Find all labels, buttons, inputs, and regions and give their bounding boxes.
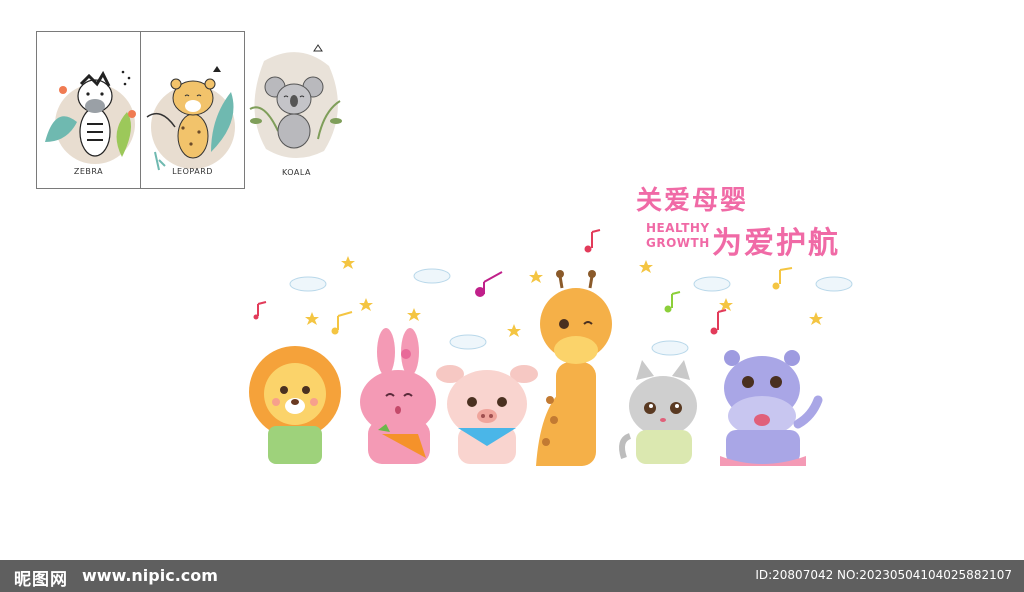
animal-scene [249, 229, 853, 466]
footer-image-id: ID:20807042 NO:20230504104025882107 [755, 568, 1012, 582]
headline-cn-line1: 关爱母婴 [636, 186, 749, 216]
poster-caption: KOALA [281, 168, 312, 177]
poster-leopard: LEOPARD [140, 31, 245, 189]
poster-caption: LEOPARD [172, 167, 213, 176]
poster-koala: KOALA [244, 31, 349, 189]
footer-logo: 昵图网 [14, 570, 68, 590]
poster-zebra: ZEBRA [36, 31, 141, 189]
koala-illustration [249, 44, 342, 159]
watermark-footer: 昵图网 www.nipic.com ID:20807042 NO:2023050… [0, 560, 1024, 592]
giraffe-character [536, 270, 612, 466]
rabbit-character [360, 328, 436, 464]
pig-character [436, 365, 538, 464]
hippo-character [720, 350, 823, 466]
footer-url: www.nipic.com [82, 566, 218, 585]
poster-caption: ZEBRA [73, 167, 104, 176]
lion-character [249, 346, 341, 464]
cat-character [619, 360, 697, 464]
